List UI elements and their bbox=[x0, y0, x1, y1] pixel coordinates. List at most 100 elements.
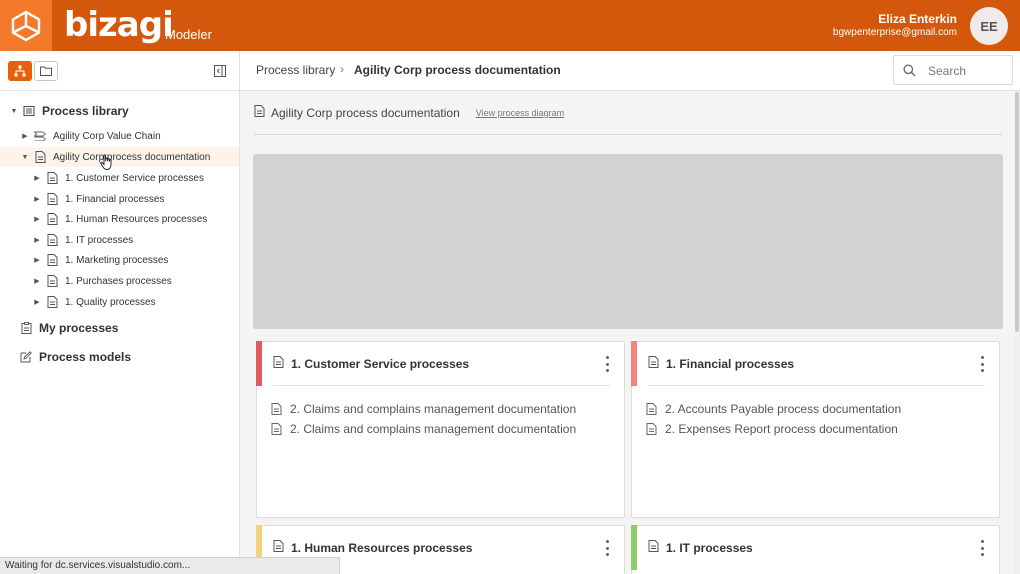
process-card[interactable]: 1. Customer Service processes 2. Claims … bbox=[256, 341, 625, 518]
document-title: Agility Corp process documentation bbox=[271, 106, 460, 120]
breadcrumb-current: Agility Corp process documentation bbox=[354, 63, 561, 77]
tree-item-label: Agility Corp process documentation bbox=[53, 151, 211, 163]
clipboard-icon bbox=[20, 322, 32, 334]
card-child-label: 2. Claims and complains management docum… bbox=[290, 402, 577, 416]
caret-right-icon[interactable]: ▶ bbox=[33, 298, 41, 306]
view-process-diagram-link[interactable]: View process diagram bbox=[476, 108, 564, 118]
tree-item-label: 1. Human Resources processes bbox=[65, 213, 208, 225]
card-child-link[interactable]: 2. Claims and complains management docum… bbox=[271, 401, 576, 417]
document-icon bbox=[273, 539, 284, 557]
tree-item-label: 1. Purchases processes bbox=[65, 275, 172, 287]
card-title[interactable]: 1. Customer Service processes bbox=[291, 357, 469, 371]
card-title[interactable]: 1. Human Resources processes bbox=[291, 541, 472, 555]
document-icon bbox=[273, 355, 284, 373]
document-icon bbox=[34, 151, 46, 163]
tree-item-human-resources[interactable]: ▶ 1. Human Resources processes bbox=[0, 209, 239, 229]
caret-right-icon[interactable]: ▶ bbox=[21, 132, 29, 140]
hand-cursor-icon bbox=[100, 154, 112, 170]
more-vertical-icon[interactable] bbox=[979, 540, 985, 556]
document-icon bbox=[46, 275, 58, 287]
document-icon bbox=[46, 213, 58, 225]
caret-right-icon[interactable]: ▶ bbox=[33, 236, 41, 244]
card-title[interactable]: 1. Financial processes bbox=[666, 357, 794, 371]
breadcrumb-root-link[interactable]: Process library bbox=[256, 63, 335, 77]
document-icon bbox=[646, 423, 657, 435]
nav-label: Process models bbox=[39, 350, 132, 364]
tree-item-process-documentation[interactable]: ▼ Agility Corp process documentation bbox=[0, 147, 239, 167]
search-input[interactable] bbox=[928, 62, 1008, 80]
card-header: 1. Financial processes bbox=[648, 355, 985, 373]
tree-item-it[interactable]: ▶ 1. IT processes bbox=[0, 230, 239, 250]
scrollbar-thumb[interactable] bbox=[1015, 92, 1019, 332]
search-box[interactable] bbox=[893, 55, 1013, 85]
card-header: 1. Human Resources processes bbox=[273, 539, 610, 557]
more-vertical-icon[interactable] bbox=[604, 356, 610, 372]
tree-item-label: Process library bbox=[42, 104, 129, 118]
card-title[interactable]: 1. IT processes bbox=[666, 541, 753, 555]
caret-right-icon[interactable]: ▶ bbox=[33, 195, 41, 203]
process-card[interactable]: 1. IT processes bbox=[631, 525, 1000, 574]
caret-down-icon[interactable]: ▼ bbox=[21, 154, 29, 161]
tree-item-label: 1. Marketing processes bbox=[65, 254, 169, 266]
tree-item-label: 1. Customer Service processes bbox=[65, 172, 204, 184]
card-child-link[interactable]: 2. Accounts Payable process documentatio… bbox=[646, 401, 901, 417]
document-icon bbox=[648, 355, 659, 373]
caret-down-icon[interactable]: ▼ bbox=[10, 108, 18, 115]
status-bar: Waiting for dc.services.visualstudio.com… bbox=[0, 557, 340, 574]
diagram-preview[interactable] bbox=[253, 154, 1003, 329]
document-header: Agility Corp process documentation View … bbox=[254, 104, 564, 122]
tree-item-marketing[interactable]: ▶ 1. Marketing processes bbox=[0, 250, 239, 270]
document-icon bbox=[46, 193, 58, 205]
divider bbox=[273, 385, 610, 386]
card-accent bbox=[256, 341, 262, 386]
document-icon bbox=[271, 423, 282, 435]
collapse-panel-icon bbox=[214, 65, 226, 77]
card-child-label: 2. Claims and complains management docum… bbox=[290, 422, 577, 436]
caret-right-icon[interactable]: ▶ bbox=[33, 256, 41, 264]
card-accent bbox=[631, 525, 637, 570]
document-icon bbox=[46, 296, 58, 308]
avatar[interactable]: EE bbox=[970, 7, 1008, 45]
nav-my-processes[interactable]: My processes bbox=[0, 318, 239, 338]
process-card[interactable]: 1. Financial processes 2. Accounts Payab… bbox=[631, 341, 1000, 518]
collapse-panel-button[interactable] bbox=[211, 62, 229, 80]
chevron-right-icon: › bbox=[340, 62, 344, 76]
card-child-link[interactable]: 2. Claims and complains management docum… bbox=[271, 421, 576, 437]
left-toolbar bbox=[0, 51, 239, 91]
card-header: 1. IT processes bbox=[648, 539, 985, 557]
divider bbox=[648, 385, 985, 386]
brand-name: bizagi bbox=[64, 5, 174, 45]
caret-right-icon[interactable]: ▶ bbox=[33, 215, 41, 223]
hierarchy-icon bbox=[14, 65, 26, 77]
value-chain-icon bbox=[34, 130, 46, 142]
divider bbox=[254, 134, 1002, 135]
document-icon bbox=[46, 254, 58, 266]
card-header: 1. Customer Service processes bbox=[273, 355, 610, 373]
caret-right-icon[interactable]: ▶ bbox=[33, 277, 41, 285]
bizagi-logo-icon[interactable] bbox=[0, 0, 52, 51]
top-bar: bizagi Modeler Eliza Enterkin bgwpenterp… bbox=[0, 0, 1020, 51]
card-accent bbox=[631, 341, 637, 386]
more-vertical-icon[interactable] bbox=[604, 540, 610, 556]
tree-item-purchases[interactable]: ▶ 1. Purchases processes bbox=[0, 271, 239, 291]
tree-item-financial[interactable]: ▶ 1. Financial processes bbox=[0, 189, 239, 209]
caret-right-icon[interactable]: ▶ bbox=[33, 174, 41, 182]
tree-item-customer-service[interactable]: ▶ 1. Customer Service processes bbox=[0, 168, 239, 188]
tree-item-quality[interactable]: ▶ 1. Quality processes bbox=[0, 292, 239, 312]
hierarchy-view-button[interactable] bbox=[8, 61, 32, 81]
folder-view-button[interactable] bbox=[34, 61, 58, 81]
edit-icon bbox=[20, 351, 32, 363]
left-panel: ▼ Process library ▶ Agility Corp Value C… bbox=[0, 51, 240, 574]
library-icon bbox=[23, 105, 35, 117]
card-child-link[interactable]: 2. Expenses Report process documentation bbox=[646, 421, 898, 437]
nav-process-models[interactable]: Process models bbox=[0, 347, 239, 367]
product-name: Modeler bbox=[165, 27, 212, 42]
more-vertical-icon[interactable] bbox=[979, 356, 985, 372]
main-content: Process library › Agility Corp process d… bbox=[240, 51, 1020, 574]
tree-item-process-library[interactable]: ▼ Process library bbox=[0, 101, 239, 121]
document-icon bbox=[46, 172, 58, 184]
tree-item-label: Agility Corp Value Chain bbox=[53, 130, 161, 142]
breadcrumb: Process library › Agility Corp process d… bbox=[240, 51, 1020, 91]
tree-item-value-chain[interactable]: ▶ Agility Corp Value Chain bbox=[0, 126, 239, 146]
tree-item-label: 1. Financial processes bbox=[65, 193, 165, 205]
